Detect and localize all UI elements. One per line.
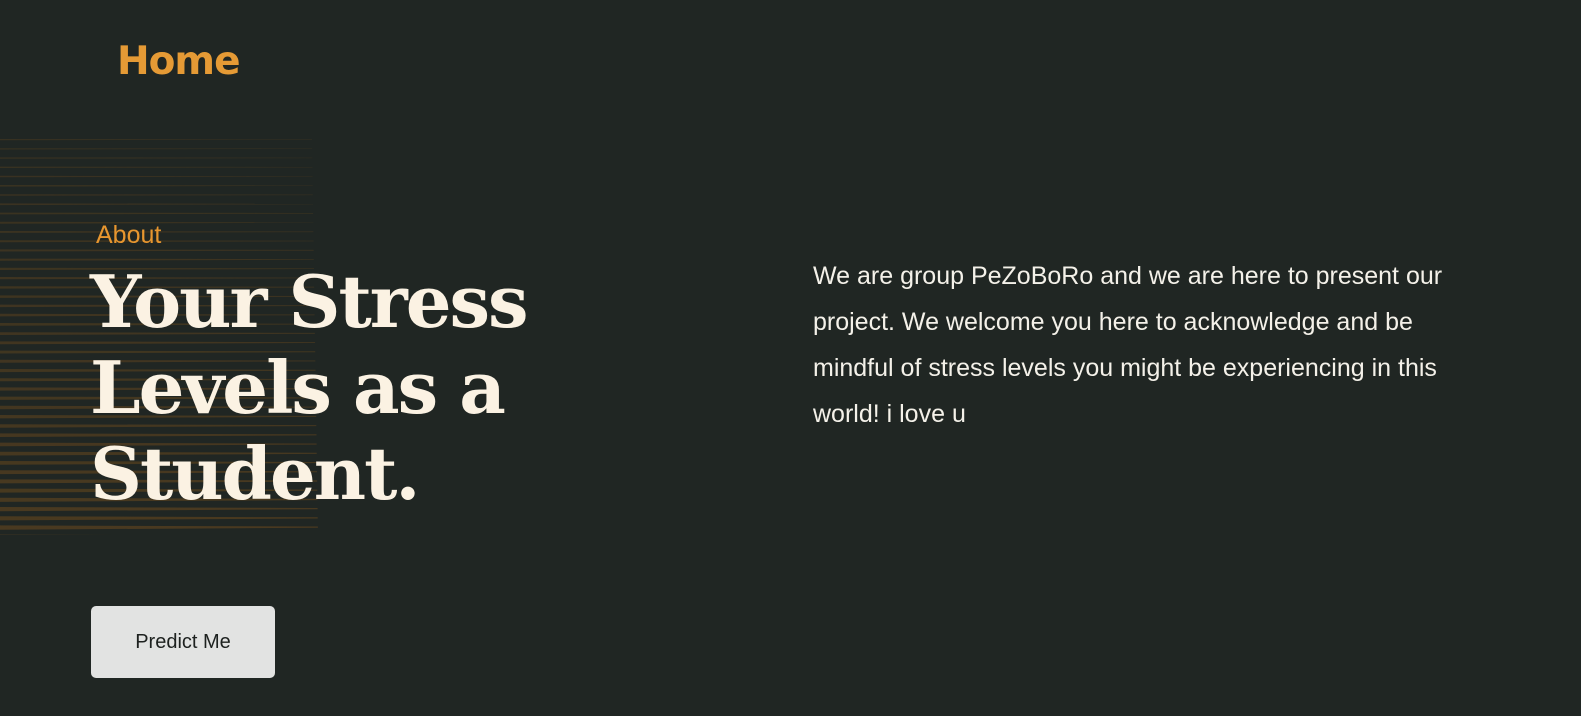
stripe-line (0, 194, 313, 196)
section-label-about: About (96, 221, 162, 249)
stripe-line (0, 139, 312, 141)
hero-title: Your Stress Levels as a Student. (90, 259, 529, 516)
home-link[interactable]: Home (117, 42, 241, 81)
stripe-line (0, 166, 313, 168)
stripe-line (0, 525, 318, 530)
hero-description: We are group PeZoBoRo and we are here to… (813, 262, 1443, 428)
stripe-line (0, 157, 313, 159)
stripe-line (0, 212, 314, 215)
predict-me-button[interactable]: Predict Me (91, 606, 275, 678)
stripe-line (0, 203, 313, 206)
stripe-line (0, 185, 313, 187)
stripe-line (0, 148, 313, 150)
stripe-line (0, 175, 313, 178)
